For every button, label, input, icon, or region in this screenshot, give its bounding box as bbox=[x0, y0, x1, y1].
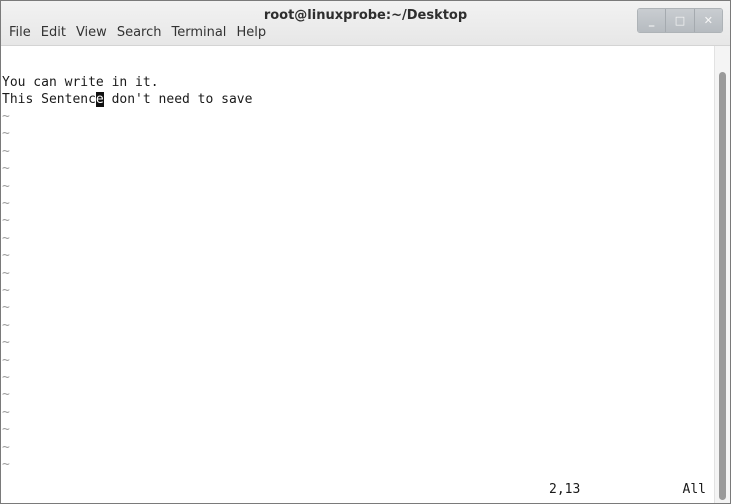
empty-line-tilde: ~ bbox=[2, 161, 10, 177]
close-button[interactable]: ✕ bbox=[693, 9, 722, 32]
empty-line-tilde: ~ bbox=[2, 109, 10, 124]
menu-help[interactable]: Help bbox=[231, 22, 271, 44]
menu-view[interactable]: View bbox=[71, 22, 112, 44]
menu-edit[interactable]: Edit bbox=[36, 22, 71, 44]
empty-line-tilde: ~ bbox=[2, 370, 10, 385]
vertical-scrollbar[interactable] bbox=[714, 46, 730, 503]
empty-line-tilde: ~ bbox=[2, 126, 10, 142]
terminal-area[interactable]: You can write in it. This Sentence don't… bbox=[1, 46, 714, 503]
line-2-text-after-cursor: don't need to save bbox=[103, 92, 253, 107]
window-controls: _ □ ✕ bbox=[637, 8, 723, 33]
editor-line-1: You can write in it. bbox=[2, 75, 159, 90]
menu-terminal[interactable]: Terminal bbox=[166, 22, 231, 44]
empty-line-tilde: ~ bbox=[2, 300, 10, 316]
menu-file[interactable]: File bbox=[4, 22, 36, 44]
maximize-icon: □ bbox=[674, 14, 686, 27]
empty-line-tilde: ~ bbox=[2, 283, 10, 298]
empty-line-tilde: ~ bbox=[2, 335, 10, 351]
empty-line-tilde: ~ bbox=[2, 265, 10, 281]
minimize-icon: _ bbox=[648, 14, 655, 27]
empty-line-tilde: ~ bbox=[2, 196, 10, 211]
menu-search[interactable]: Search bbox=[112, 22, 167, 44]
empty-line-tilde: ~ bbox=[2, 178, 10, 194]
menu-bar: File Edit View Search Terminal Help bbox=[1, 21, 271, 45]
empty-line-tilde: ~ bbox=[2, 439, 10, 455]
empty-line-tilde: ~ bbox=[2, 352, 10, 368]
scrollbar-thumb[interactable] bbox=[719, 72, 726, 500]
close-icon: ✕ bbox=[703, 14, 713, 27]
title-bar[interactable]: root@linuxprobe:~/Desktop _ □ ✕ File Edi… bbox=[1, 1, 730, 46]
empty-line-tilde: ~ bbox=[2, 422, 10, 438]
empty-line-tilde: ~ bbox=[2, 457, 10, 472]
maximize-button[interactable]: □ bbox=[665, 9, 694, 32]
empty-line-tilde: ~ bbox=[2, 143, 10, 159]
editor-line-2: This Sentence don't need to save bbox=[2, 91, 252, 108]
empty-line-tilde: ~ bbox=[2, 230, 10, 246]
cursor-position-status: 2,13 bbox=[549, 482, 581, 497]
empty-line-tilde: ~ bbox=[2, 404, 10, 420]
text-cursor: e bbox=[95, 92, 104, 107]
terminal-window: root@linuxprobe:~/Desktop _ □ ✕ File Edi… bbox=[0, 0, 731, 504]
empty-line-tilde: ~ bbox=[2, 248, 10, 264]
empty-line-tilde: ~ bbox=[2, 213, 10, 229]
scroll-position-status: All bbox=[682, 482, 706, 497]
empty-line-tilde: ~ bbox=[2, 317, 10, 333]
empty-line-tilde: ~ bbox=[2, 387, 10, 403]
line-2-text-before-cursor: This Sentenc bbox=[2, 92, 96, 107]
minimize-button[interactable]: _ bbox=[638, 9, 666, 32]
